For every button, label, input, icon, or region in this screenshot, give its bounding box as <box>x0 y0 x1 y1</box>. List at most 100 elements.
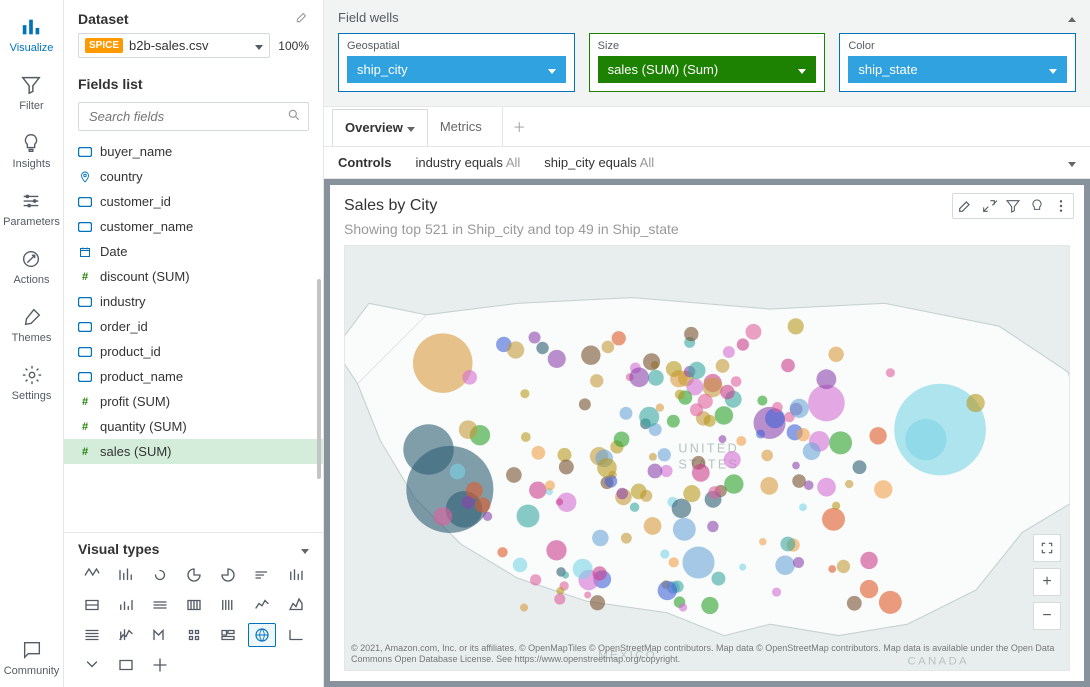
map-fullscreen-button[interactable] <box>1033 534 1061 562</box>
map-bubble[interactable] <box>666 361 682 377</box>
map-bubble[interactable] <box>593 566 607 580</box>
map-bubble[interactable] <box>966 394 984 412</box>
map-bubble[interactable] <box>739 564 746 571</box>
map-bubble[interactable] <box>837 560 850 573</box>
map-bubble[interactable] <box>874 480 892 498</box>
map-bubble[interactable] <box>631 484 647 500</box>
map-bubble[interactable] <box>554 594 565 605</box>
map-bubble[interactable] <box>667 415 680 428</box>
map-bubble[interactable] <box>459 420 478 439</box>
map-bubble[interactable] <box>648 370 664 386</box>
visual-type-option[interactable] <box>112 623 140 647</box>
well-color[interactable]: Color ship_state <box>839 33 1076 92</box>
map-bubble[interactable] <box>905 419 946 460</box>
map-bubble[interactable] <box>724 451 741 468</box>
map-bubble[interactable] <box>711 572 725 586</box>
map-bubble[interactable] <box>450 464 466 480</box>
tab-metrics[interactable]: Metrics <box>428 109 494 144</box>
map-bubble[interactable] <box>797 428 810 441</box>
map-bubble[interactable] <box>804 480 814 490</box>
map-bubble[interactable] <box>546 540 566 560</box>
rail-themes[interactable]: Themes <box>12 296 52 354</box>
map-bubble[interactable] <box>590 595 605 610</box>
map-bubble[interactable] <box>529 481 546 498</box>
visual-type-option[interactable] <box>282 593 310 617</box>
map-bubble[interactable] <box>716 359 730 373</box>
map-bubble[interactable] <box>746 324 762 340</box>
map-bubble[interactable] <box>737 338 749 350</box>
map-bubble[interactable] <box>403 424 453 474</box>
map-bubble[interactable] <box>656 403 664 411</box>
map-bubble[interactable] <box>775 555 795 575</box>
map-bubble[interactable] <box>757 396 767 406</box>
map-bubble[interactable] <box>853 460 867 474</box>
map-bubble[interactable] <box>616 488 627 499</box>
dataset-select[interactable]: SPICE b2b-sales.csv <box>78 33 270 58</box>
visual-type-option[interactable] <box>180 593 208 617</box>
map-bubble[interactable] <box>816 369 836 389</box>
map-bubble[interactable] <box>639 407 659 427</box>
map-bubble[interactable] <box>708 486 721 499</box>
field-item[interactable]: product_id <box>64 339 323 364</box>
map-bubble[interactable] <box>698 394 713 409</box>
map-bubble[interactable] <box>781 359 795 373</box>
fields-search-input[interactable] <box>78 102 309 131</box>
visual-type-option[interactable] <box>214 593 242 617</box>
field-item[interactable]: #profit (SUM) <box>64 389 323 414</box>
map-bubble[interactable] <box>788 318 804 334</box>
visual-type-option[interactable] <box>112 563 140 587</box>
visual-type-option[interactable] <box>146 623 174 647</box>
map-bubble[interactable] <box>672 499 692 519</box>
filter-visual-icon[interactable] <box>1005 198 1021 214</box>
map-bubble[interactable] <box>597 458 617 478</box>
pill-geospatial[interactable]: ship_city <box>347 56 566 83</box>
map-bubble[interactable] <box>520 389 529 398</box>
rail-community[interactable]: Community <box>4 629 60 687</box>
map-bubble[interactable] <box>761 450 773 462</box>
visual-type-option[interactable] <box>248 593 276 617</box>
map-bubble[interactable] <box>530 574 541 585</box>
map-bubble[interactable] <box>658 448 671 461</box>
map-bubble[interactable] <box>621 533 632 544</box>
visual-type-option[interactable] <box>146 593 174 617</box>
map-bubble[interactable] <box>475 497 491 513</box>
map-bubble[interactable] <box>612 331 626 345</box>
map-bubble[interactable] <box>584 591 591 598</box>
map-bubble[interactable] <box>644 517 662 535</box>
map-bubble[interactable] <box>590 374 603 387</box>
scrollbar[interactable] <box>317 279 321 479</box>
map-bubble[interactable] <box>793 557 804 568</box>
map-bubble[interactable] <box>513 558 528 573</box>
visual-type-option[interactable] <box>78 563 106 587</box>
map-bubble[interactable] <box>648 464 663 479</box>
map-bubble[interactable] <box>506 467 522 483</box>
map-bubble[interactable] <box>731 376 742 387</box>
map-bubble[interactable] <box>847 596 862 611</box>
map-bubble[interactable] <box>829 431 852 454</box>
more-menu-icon[interactable] <box>1053 198 1069 214</box>
visual-type-option[interactable] <box>282 563 310 587</box>
map-bubble[interactable] <box>869 427 886 444</box>
map-bubble[interactable] <box>692 464 710 482</box>
map-bubble[interactable] <box>790 399 809 418</box>
map-bubble[interactable] <box>792 474 806 488</box>
map-bubble[interactable] <box>736 436 746 446</box>
map-bubble[interactable] <box>497 547 507 557</box>
map-bubble[interactable] <box>760 477 778 495</box>
map-bubble[interactable] <box>649 453 657 461</box>
map-bubble[interactable] <box>521 432 531 442</box>
map-bubble[interactable] <box>461 496 474 509</box>
map-bubble[interactable] <box>701 597 718 614</box>
visual-type-option[interactable] <box>248 563 276 587</box>
map-bubble[interactable] <box>780 537 795 552</box>
visual-type-option[interactable] <box>78 653 106 677</box>
field-item[interactable]: customer_name <box>64 214 323 239</box>
map-bubble[interactable] <box>772 588 781 597</box>
map-bubble[interactable] <box>679 603 687 611</box>
visual-type-option[interactable] <box>248 623 276 647</box>
map-bubble[interactable] <box>520 604 528 612</box>
map-bubble[interactable] <box>832 502 840 510</box>
map-bubble[interactable] <box>545 480 555 490</box>
field-item[interactable]: order_id <box>64 314 323 339</box>
collapse-field-wells-icon[interactable] <box>1068 10 1076 25</box>
